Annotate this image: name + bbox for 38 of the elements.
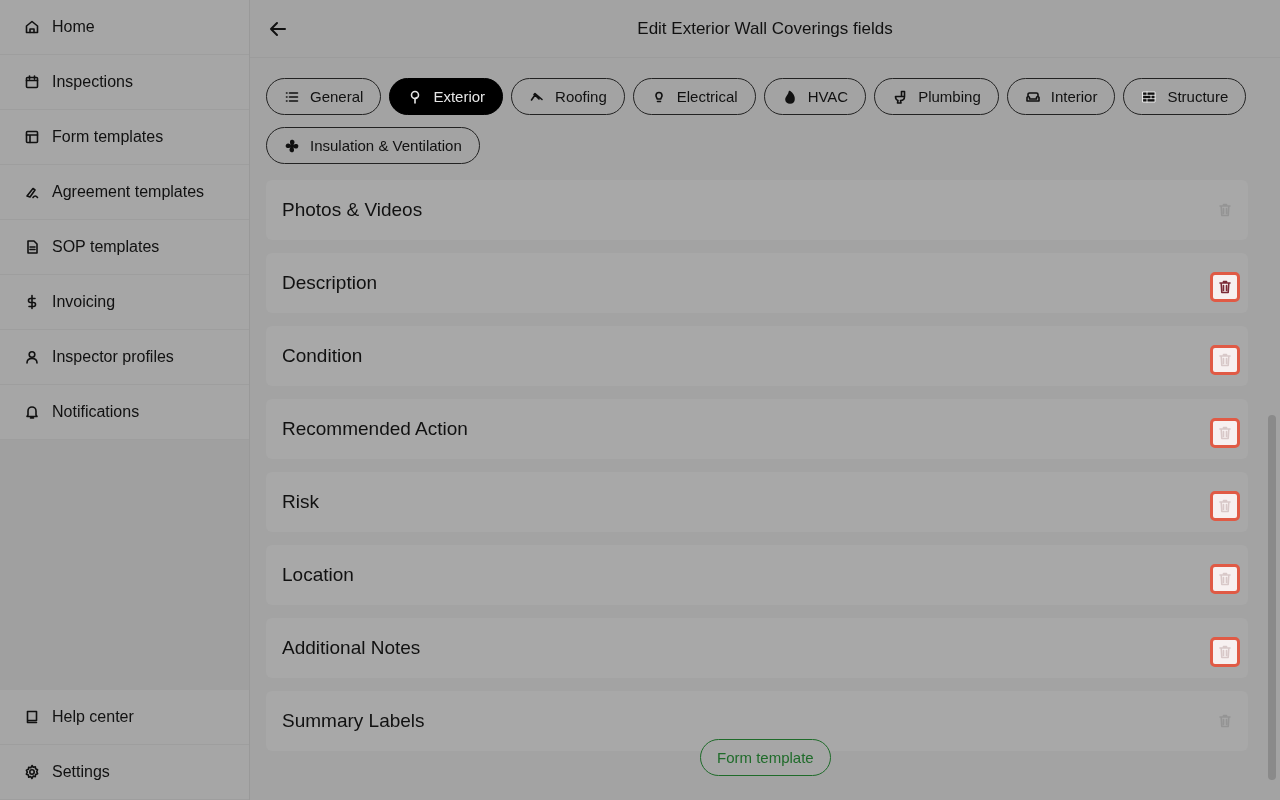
book-icon <box>24 709 40 725</box>
trash-icon <box>1217 644 1233 660</box>
delete-button[interactable] <box>1210 272 1240 302</box>
field-label: Summary Labels <box>282 710 425 732</box>
scrollbar[interactable] <box>1268 415 1278 780</box>
field-label: Recommended Action <box>282 418 468 440</box>
page-title: Edit Exterior Wall Coverings fields <box>636 18 894 39</box>
settings-icon <box>24 764 40 780</box>
house-icon <box>24 19 40 35</box>
user-icon <box>24 349 40 365</box>
brick-wall-icon <box>1141 88 1158 105</box>
field-label: Risk <box>282 491 319 513</box>
layout-icon <box>24 129 40 145</box>
sidebar-item[interactable]: Invoicing <box>0 275 249 330</box>
sidebar-item[interactable]: Notifications <box>0 385 249 440</box>
sidebar-item[interactable]: Home <box>0 0 249 55</box>
field-label: Additional Notes <box>282 637 421 659</box>
sidebar-item[interactable]: Form templates <box>0 110 249 165</box>
trash-icon <box>1217 352 1233 368</box>
bell-icon <box>24 404 40 420</box>
trash-icon <box>1217 425 1233 441</box>
sidebar-item[interactable]: Agreement templates <box>0 165 249 220</box>
sidebar-item[interactable]: Settings <box>0 745 249 800</box>
trash-icon <box>1217 498 1233 514</box>
field-label: Location <box>282 564 354 586</box>
sidebar-item[interactable]: Inspections <box>0 55 249 110</box>
fan-icon <box>284 137 300 154</box>
field-label: Description <box>282 272 378 294</box>
category-tab[interactable]: Exterior <box>389 78 504 115</box>
sidebar-item[interactable]: Inspector profiles <box>0 330 249 385</box>
trash-icon <box>1217 571 1233 587</box>
calendar-icon <box>24 74 40 90</box>
field-label: Condition <box>282 345 363 367</box>
trash-icon <box>1217 279 1233 295</box>
sidebar-item[interactable]: SOP templates <box>0 220 249 275</box>
field-label: Photos & Videos <box>282 199 423 221</box>
document-icon <box>24 239 40 255</box>
sidebar-item[interactable]: Help center <box>0 690 249 745</box>
